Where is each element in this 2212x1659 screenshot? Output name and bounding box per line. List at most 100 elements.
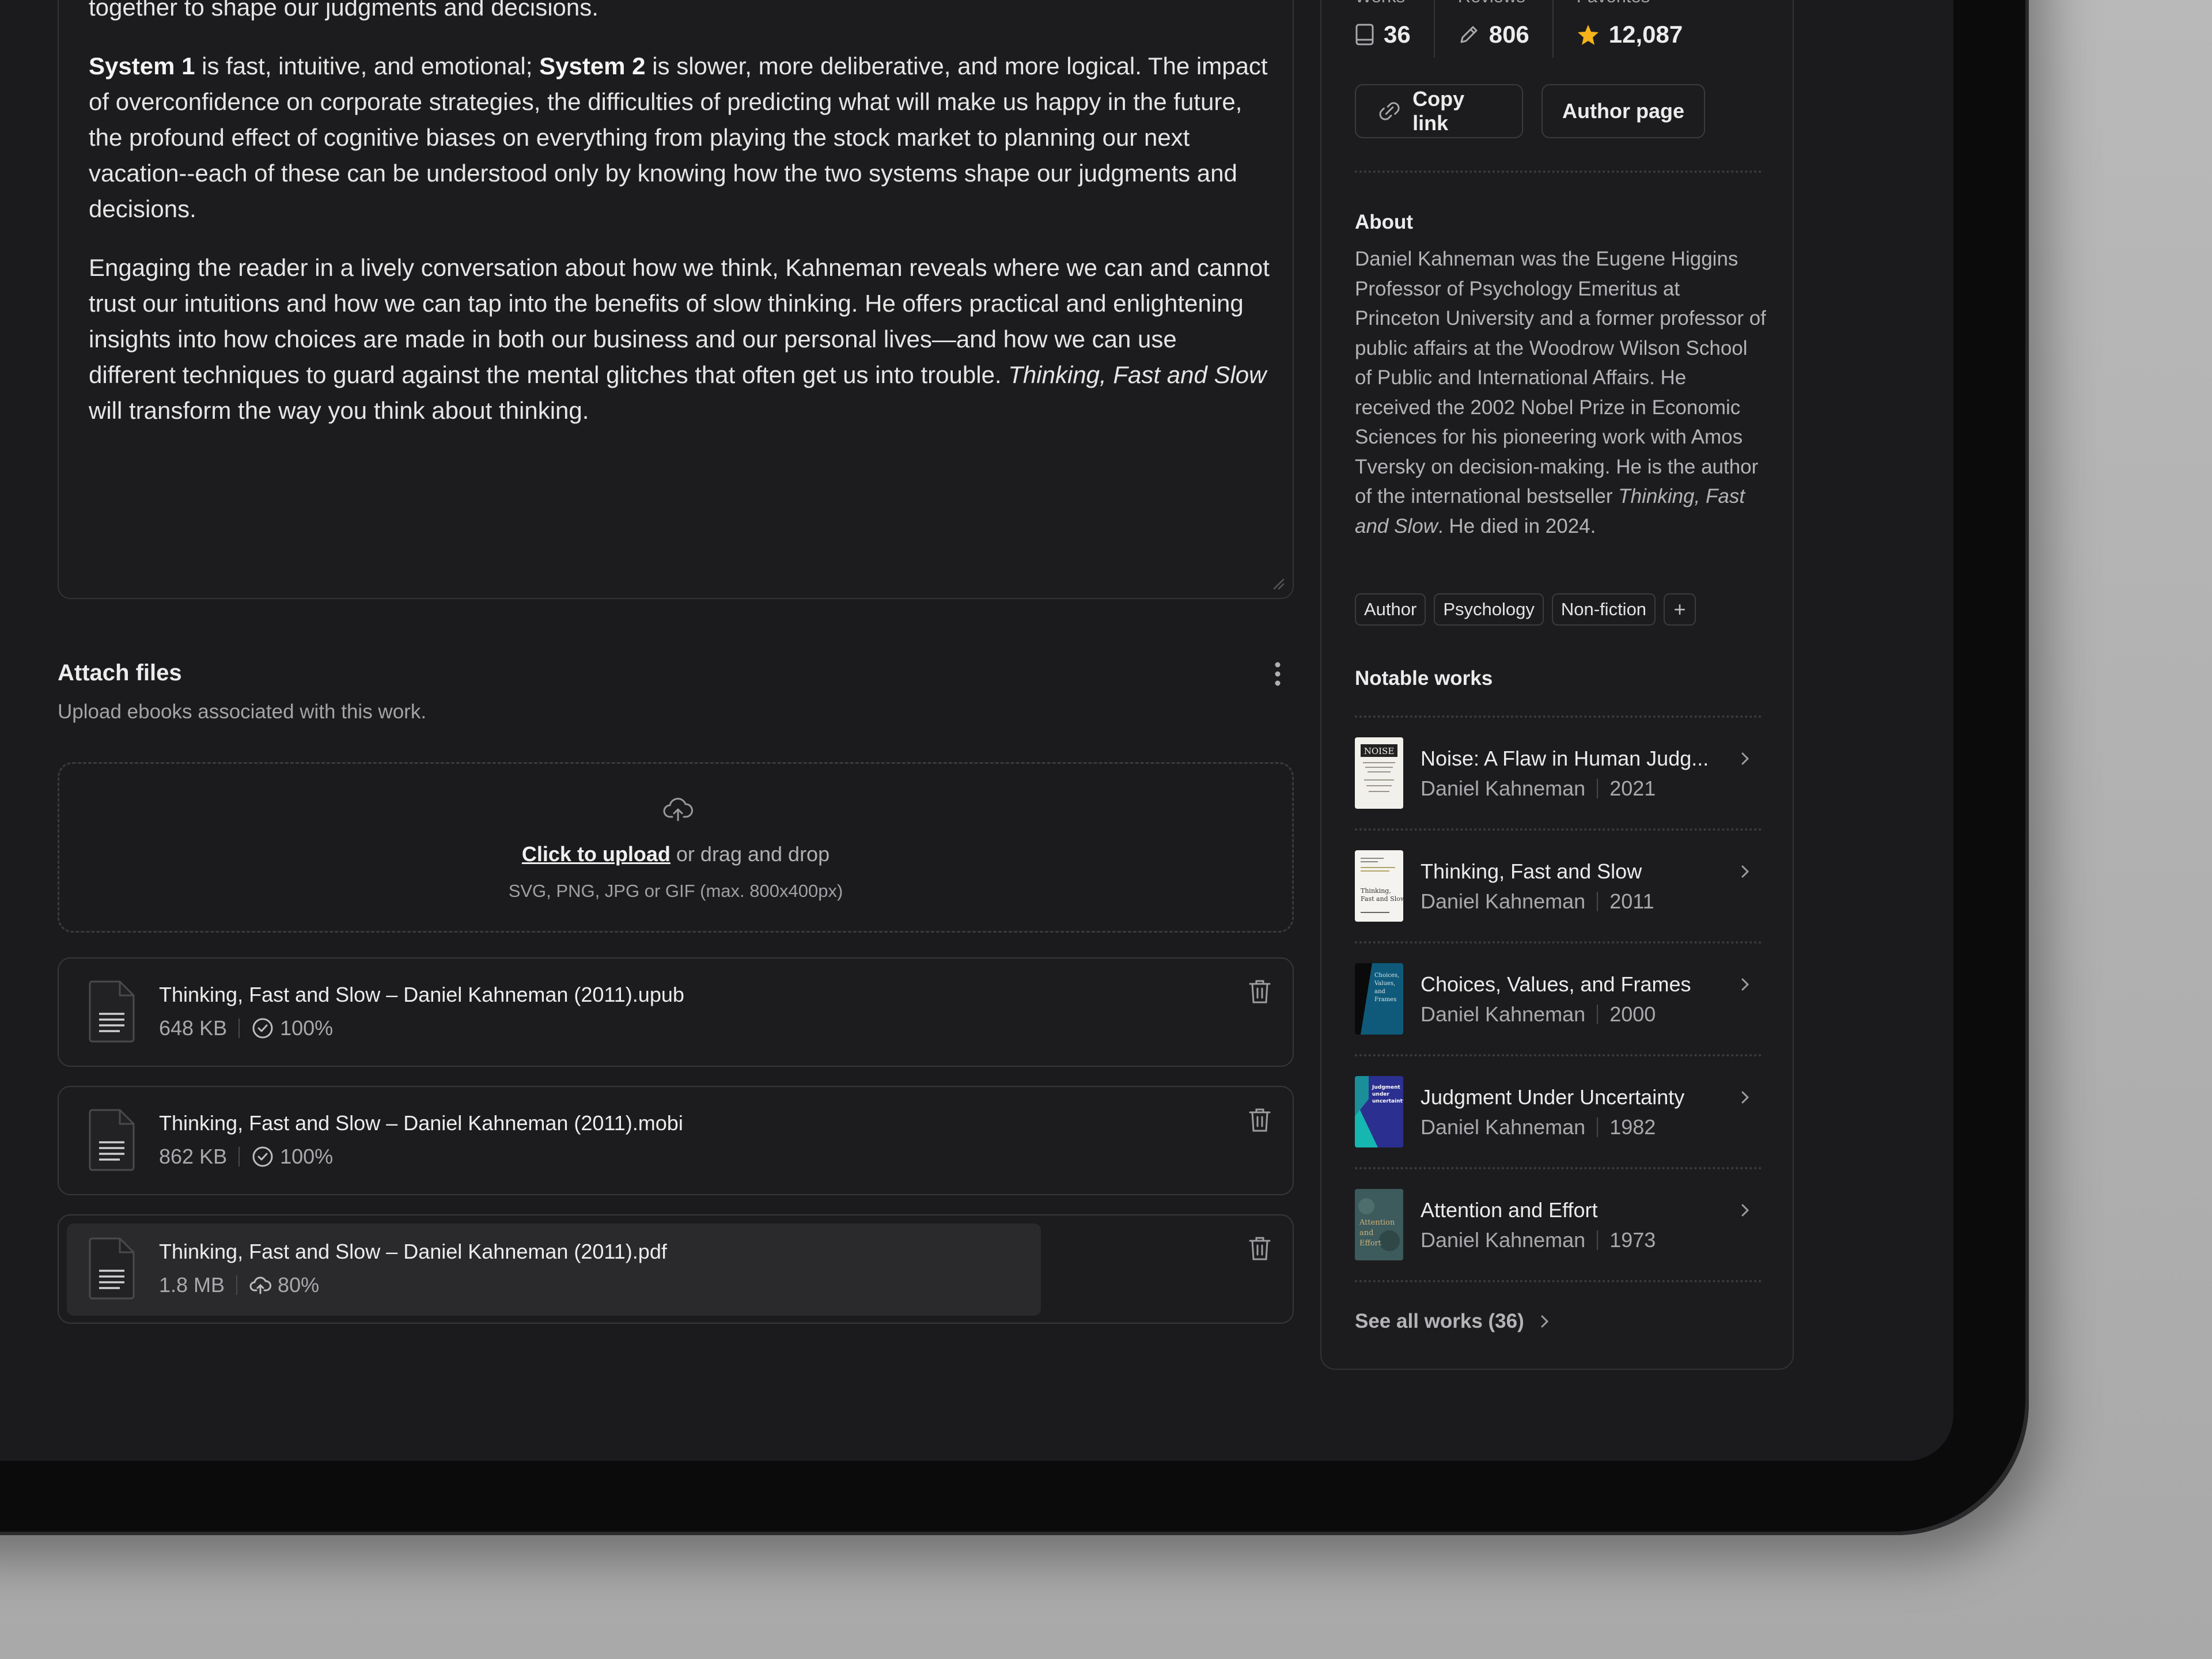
upload-progress: 100% <box>280 1016 334 1040</box>
file-name: Thinking, Fast and Slow – Daniel Kahnema… <box>159 983 684 1006</box>
svg-text:Values,: Values, <box>1374 980 1395 987</box>
book-cover-thinking-fast-and-slow: Thinking, Fast and Slow <box>1355 850 1403 922</box>
upload-dropzone[interactable]: Click to upload or drag and drop SVG, PN… <box>58 762 1294 933</box>
svg-text:Attention: Attention <box>1359 1218 1395 1227</box>
about-end: . He died in 2024. <box>1437 514 1596 537</box>
book-cover-noise: NOISE <box>1355 737 1403 809</box>
see-all-works-link[interactable]: See all works (36) <box>1355 1310 1552 1333</box>
file-meta: 862 KB 100% <box>159 1145 333 1169</box>
work-item[interactable]: Choices, Values, and Frames Choices, Values… <box>1355 944 1762 1056</box>
trash-icon[interactable] <box>1248 1107 1272 1133</box>
trash-icon[interactable] <box>1248 978 1272 1005</box>
stat-divider <box>1433 0 1435 58</box>
tag-list: Author Psychology Non-fiction + <box>1355 593 1696 626</box>
check-circle-icon <box>252 1146 273 1167</box>
add-tag-button[interactable]: + <box>1664 593 1696 626</box>
system2-bold: System 2 <box>539 52 646 79</box>
click-to-upload-link[interactable]: Click to upload <box>522 842 671 866</box>
more-options-button[interactable] <box>1265 661 1290 687</box>
document-icon <box>89 1237 135 1300</box>
author-page-label: Author page <box>1562 99 1684 123</box>
tag-psychology[interactable]: Psychology <box>1434 593 1544 626</box>
work-title: Judgment Under Uncertainty <box>1421 1085 1685 1109</box>
file-name: Thinking, Fast and Slow – Daniel Kahnema… <box>159 1111 683 1135</box>
stat-favorites: Favorites 12,087 <box>1577 0 1683 58</box>
file-name: Thinking, Fast and Slow – Daniel Kahnema… <box>159 1240 667 1263</box>
about-text: Daniel Kahneman was the Eugene Higgins P… <box>1355 244 1767 541</box>
pen-icon <box>1460 26 1478 43</box>
notable-works-title: Notable works <box>1355 667 1493 690</box>
about-body: Daniel Kahneman was the Eugene Higgins P… <box>1355 248 1766 507</box>
cloud-upload-icon <box>249 1277 272 1294</box>
copy-link-label: Copy link <box>1412 87 1465 135</box>
trash-icon[interactable] <box>1248 1235 1272 1262</box>
svg-text:Thinking,: Thinking, <box>1361 887 1391 895</box>
svg-text:Frames: Frames <box>1374 997 1396 1003</box>
svg-text:Effort: Effort <box>1359 1239 1382 1248</box>
drag-drop-text: or drag and drop <box>670 842 830 866</box>
upload-hint: SVG, PNG, JPG or GIF (max. 800x400px) <box>508 881 843 901</box>
work-author: Daniel Kahneman <box>1421 1002 1586 1026</box>
description-paragraph-2: Engaging the reader in a lively conversa… <box>89 250 1270 429</box>
copy-link-button[interactable]: Copy link <box>1355 84 1523 138</box>
stat-value: 36 <box>1384 21 1411 48</box>
work-title: Thinking, Fast and Slow <box>1421 859 1642 883</box>
work-title: Noise: A Flaw in Human Judg... <box>1421 747 1709 770</box>
work-year: 1973 <box>1609 1228 1656 1252</box>
description-paragraph-1: System 1 is fast, intuitive, and emotion… <box>89 48 1270 227</box>
meta-divider <box>238 1147 240 1166</box>
attach-files-subtitle: Upload ebooks associated with this work. <box>58 700 427 723</box>
chevron-right-icon <box>1741 752 1749 765</box>
description-textarea[interactable]: planning the next vacation--each of thes… <box>58 0 1294 599</box>
work-author: Daniel Kahneman <box>1421 777 1586 800</box>
book-cover-attention-and-effort: Attention and Effort <box>1355 1189 1403 1260</box>
p2-end-text: will transform the way you think about t… <box>89 397 589 424</box>
svg-text:Choices,: Choices, <box>1374 972 1399 979</box>
tag-non-fiction[interactable]: Non-fiction <box>1551 593 1656 626</box>
author-page-button[interactable]: Author page <box>1541 84 1705 138</box>
stat-label: Reviews <box>1458 0 1525 7</box>
work-item[interactable]: NOISE Noise: A Flaw in Human Judg... Dan… <box>1355 718 1762 831</box>
upload-instructions: Click to upload or drag and drop <box>59 842 1292 866</box>
stat-value: 12,087 <box>1608 21 1683 48</box>
work-item[interactable]: Thinking, Fast and Slow Thinking, Fast an… <box>1355 831 1762 944</box>
section-divider <box>1355 1280 1762 1282</box>
author-panel: Works 36 Reviews 806 Favorites 12, <box>1320 0 1794 1370</box>
work-meta: Daniel Kahneman 2011 <box>1421 889 1654 914</box>
file-meta: 648 KB 100% <box>159 1016 333 1040</box>
work-year: 1982 <box>1609 1115 1656 1139</box>
upload-progress: 80% <box>278 1273 320 1297</box>
svg-text:and: and <box>1374 988 1385 995</box>
svg-text:under: under <box>1372 1092 1389 1097</box>
meta-divider <box>1597 1230 1599 1250</box>
file-meta: 1.8 MB 80% <box>159 1273 319 1297</box>
work-item[interactable]: Attention and Effort Attention and Effort … <box>1355 1169 1762 1282</box>
check-circle-icon <box>252 1018 273 1039</box>
stat-label: Favorites <box>1577 0 1650 7</box>
work-meta: Daniel Kahneman 2000 <box>1421 1002 1656 1027</box>
cloud-upload-icon <box>663 798 693 821</box>
work-item[interactable]: Judgment under uncertainty Judgment Under … <box>1355 1056 1762 1169</box>
link-icon <box>1379 102 1400 120</box>
book-icon <box>1355 24 1374 46</box>
file-item-uploading: Thinking, Fast and Slow – Daniel Kahnema… <box>58 1214 1294 1324</box>
resize-grip-icon[interactable] <box>1270 575 1285 590</box>
book-cover-choices-values-frames: Choices, Values, and Frames <box>1355 963 1403 1035</box>
system1-bold: System 1 <box>89 52 195 79</box>
description-text: planning the next vacation--each of thes… <box>89 0 1270 452</box>
work-author: Daniel Kahneman <box>1421 1115 1586 1139</box>
author-stats: Works 36 Reviews 806 Favorites 12, <box>1355 0 1683 58</box>
tag-author[interactable]: Author <box>1355 593 1426 626</box>
see-all-label: See all works (36) <box>1355 1310 1524 1332</box>
about-title: About <box>1355 211 1414 233</box>
file-item: Thinking, Fast and Slow – Daniel Kahnema… <box>58 957 1294 1067</box>
chevron-right-icon <box>1741 865 1749 878</box>
file-item: Thinking, Fast and Slow – Daniel Kahnema… <box>58 1086 1294 1195</box>
document-icon <box>89 1109 135 1171</box>
work-meta: Daniel Kahneman 2021 <box>1421 777 1656 801</box>
file-size: 1.8 MB <box>159 1273 225 1297</box>
book-cover-judgment-under-uncertainty: Judgment under uncertainty <box>1355 1076 1403 1147</box>
meta-divider <box>1597 1005 1599 1024</box>
section-divider <box>1355 171 1762 173</box>
app-screen: planning the next vacation--each of thes… <box>0 0 1953 1461</box>
